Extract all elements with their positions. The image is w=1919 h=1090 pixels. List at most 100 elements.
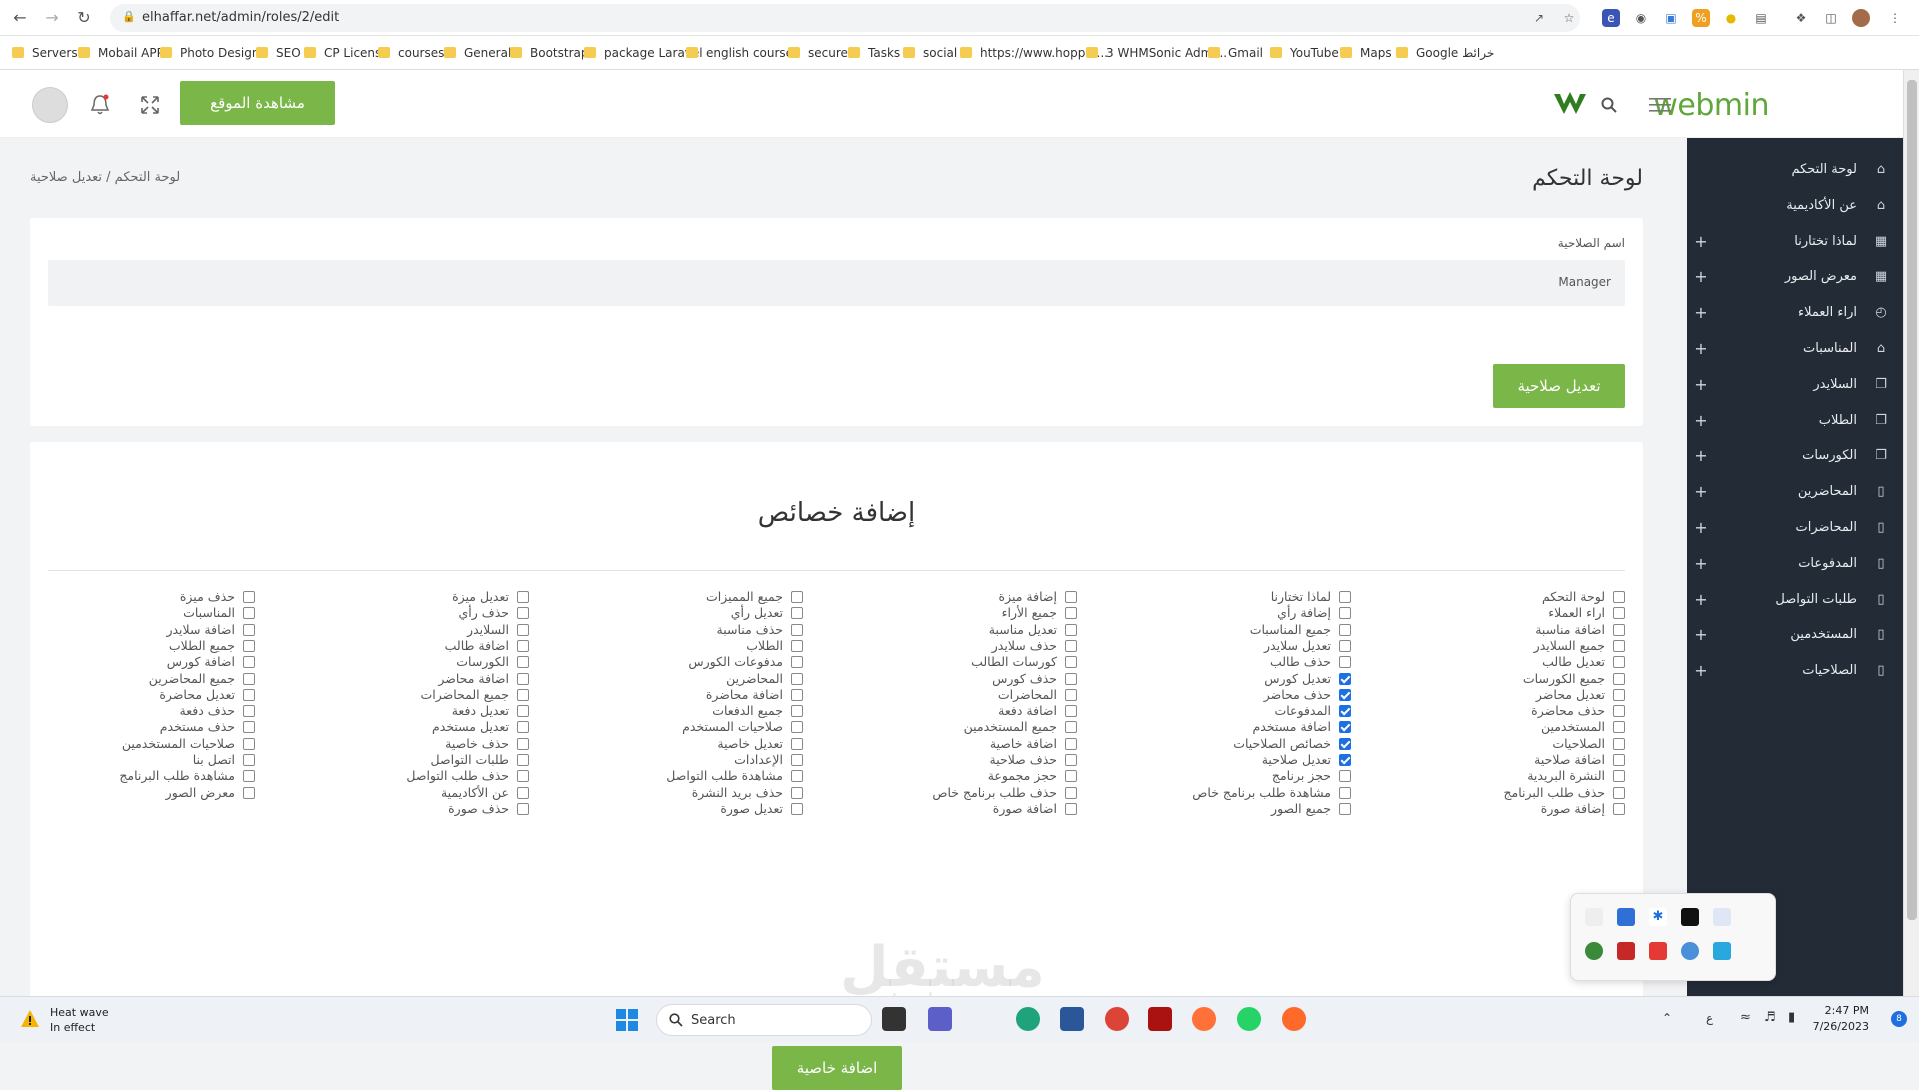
permission-item[interactable]: جميع الطلاب: [15, 637, 255, 655]
permission-item[interactable]: اضافة كورس: [15, 653, 255, 671]
permission-item[interactable]: الإعدادات: [563, 751, 803, 769]
bookmark-item[interactable]: General: [444, 44, 511, 62]
permission-checkbox[interactable]: [791, 639, 803, 652]
permission-item[interactable]: المدفوعات: [1111, 702, 1351, 720]
permission-item[interactable]: إضافة رأي: [1111, 604, 1351, 622]
permission-checkbox[interactable]: [1339, 770, 1351, 783]
permission-checkbox[interactable]: [517, 705, 529, 718]
nvidia-icon[interactable]: [1681, 908, 1699, 926]
bookmark-item[interactable]: Maps: [1340, 44, 1392, 62]
permission-item[interactable]: اضافة صلاحية: [1385, 751, 1625, 769]
permission-item[interactable]: مشاهدة طلب التواصل: [563, 767, 803, 785]
bookmark-item[interactable]: Tasks: [848, 44, 900, 62]
expand-plus-icon[interactable]: +: [1693, 375, 1709, 394]
expand-plus-icon[interactable]: +: [1693, 232, 1709, 251]
permission-checkbox[interactable]: [517, 802, 529, 815]
tray-app-icon[interactable]: [1585, 908, 1603, 926]
permission-checkbox[interactable]: [1339, 688, 1351, 701]
permission-checkbox[interactable]: [1339, 656, 1351, 669]
permission-item[interactable]: جميع المستخدمين: [837, 718, 1077, 736]
expand-plus-icon[interactable]: +: [1693, 267, 1709, 286]
bookmark-item[interactable]: Servers: [12, 44, 78, 62]
permission-checkbox[interactable]: [791, 770, 803, 783]
permission-checkbox[interactable]: [1339, 639, 1351, 652]
edit-role-button[interactable]: تعديل صلاحية: [1493, 364, 1625, 408]
permission-checkbox[interactable]: [1065, 656, 1077, 669]
permission-item[interactable]: حذف محاضرة: [1385, 702, 1625, 720]
permission-item[interactable]: حذف طالب: [1111, 653, 1351, 671]
permission-item[interactable]: حذف مناسبة: [563, 621, 803, 639]
tray-chevron-icon[interactable]: ⌃: [1662, 1011, 1672, 1025]
notification-badge[interactable]: 8: [1891, 1011, 1907, 1027]
coin-icon[interactable]: ●: [1722, 9, 1740, 27]
permission-item[interactable]: اضافة دفعة: [837, 702, 1077, 720]
permission-item[interactable]: تعديل كورس: [1111, 670, 1351, 688]
bookmark-item[interactable]: package Laravel: [584, 44, 703, 62]
sidepanel-icon[interactable]: ◫: [1822, 9, 1840, 27]
teams-icon[interactable]: [928, 1007, 952, 1031]
app-icon[interactable]: [1148, 1007, 1172, 1031]
battery-icon[interactable]: ▮: [1788, 1010, 1795, 1025]
permission-item[interactable]: جميع المناسبات: [1111, 621, 1351, 639]
permission-checkbox[interactable]: [1065, 802, 1077, 815]
permission-checkbox[interactable]: [1065, 591, 1077, 603]
permission-checkbox[interactable]: [1065, 639, 1077, 652]
permission-checkbox[interactable]: [517, 672, 529, 685]
permission-item[interactable]: اتصل بنا: [15, 751, 255, 769]
sidebar-item[interactable]: ❐ الطلاب +: [1693, 405, 1893, 439]
permission-checkbox[interactable]: [517, 737, 529, 750]
bookmark-item[interactable]: secure: [788, 44, 848, 62]
expand-plus-icon[interactable]: +: [1693, 661, 1709, 680]
permission-item[interactable]: كورسات الطالب: [837, 653, 1077, 671]
permission-checkbox[interactable]: [1339, 721, 1351, 734]
permission-item[interactable]: تعديل سلايدر: [1111, 637, 1351, 655]
address-bar[interactable]: 🔒 elhaffar.net/admin/roles/2/edit: [110, 4, 1580, 32]
permission-checkbox[interactable]: [243, 737, 255, 750]
permission-checkbox[interactable]: [1339, 672, 1351, 685]
permission-item[interactable]: اراء العملاء: [1385, 604, 1625, 622]
cloud-icon[interactable]: [1681, 942, 1699, 960]
permission-item[interactable]: اضافة طالب: [289, 637, 529, 655]
bookmark-item[interactable]: CP Licens: [304, 44, 381, 62]
sidebar-item[interactable]: ▯ طلبات التواصل +: [1693, 584, 1893, 618]
permission-checkbox[interactable]: [1065, 786, 1077, 799]
permission-checkbox[interactable]: [791, 672, 803, 685]
permission-checkbox[interactable]: [1065, 623, 1077, 636]
profile-icon[interactable]: [1852, 9, 1870, 27]
permission-checkbox[interactable]: [1065, 607, 1077, 620]
permission-item[interactable]: الكورسات: [289, 653, 529, 671]
permission-checkbox[interactable]: [1065, 754, 1077, 766]
permission-checkbox[interactable]: [1065, 705, 1077, 718]
permission-checkbox[interactable]: [243, 688, 255, 701]
permission-checkbox[interactable]: [243, 623, 255, 636]
permission-checkbox[interactable]: [517, 786, 529, 799]
sidebar-item[interactable]: ▯ المدفوعات +: [1693, 548, 1893, 582]
permission-checkbox[interactable]: [1065, 672, 1077, 685]
window-icon[interactable]: [1713, 942, 1731, 960]
search-icon[interactable]: [1601, 97, 1617, 113]
permission-item[interactable]: اضافة محاضر: [289, 670, 529, 688]
permission-item[interactable]: اضافة محاضرة: [563, 686, 803, 704]
sidebar-item[interactable]: ⌂ عن الأكاديمية: [1693, 190, 1893, 224]
permission-checkbox[interactable]: [517, 607, 529, 620]
permission-checkbox[interactable]: [791, 688, 803, 701]
bookmark-item[interactable]: YouTube: [1270, 44, 1339, 62]
chrome-icon[interactable]: [1105, 1007, 1129, 1031]
permission-item[interactable]: المحاضرين: [563, 670, 803, 688]
permission-checkbox[interactable]: [1339, 802, 1351, 815]
expand-plus-icon[interactable]: +: [1693, 482, 1709, 501]
sidebar-item[interactable]: ⌂ المناسبات +: [1693, 333, 1893, 367]
permission-checkbox[interactable]: [243, 607, 255, 620]
permission-item[interactable]: طلبات التواصل: [289, 751, 529, 769]
permission-item[interactable]: اضافة مستخدم: [1111, 718, 1351, 736]
menu-icon[interactable]: [1649, 98, 1671, 112]
sidebar-item[interactable]: ▯ المستخدمين +: [1693, 619, 1893, 653]
avatar[interactable]: [32, 87, 68, 123]
permission-item[interactable]: صلاحيات المستخدمين: [15, 735, 255, 753]
permission-item[interactable]: حجز برنامج: [1111, 767, 1351, 785]
pen-icon[interactable]: [1713, 908, 1731, 926]
permission-checkbox[interactable]: [791, 656, 803, 669]
permission-checkbox[interactable]: [791, 623, 803, 636]
permission-checkbox[interactable]: [1613, 591, 1625, 603]
permission-item[interactable]: حذف طلب التواصل: [289, 767, 529, 785]
